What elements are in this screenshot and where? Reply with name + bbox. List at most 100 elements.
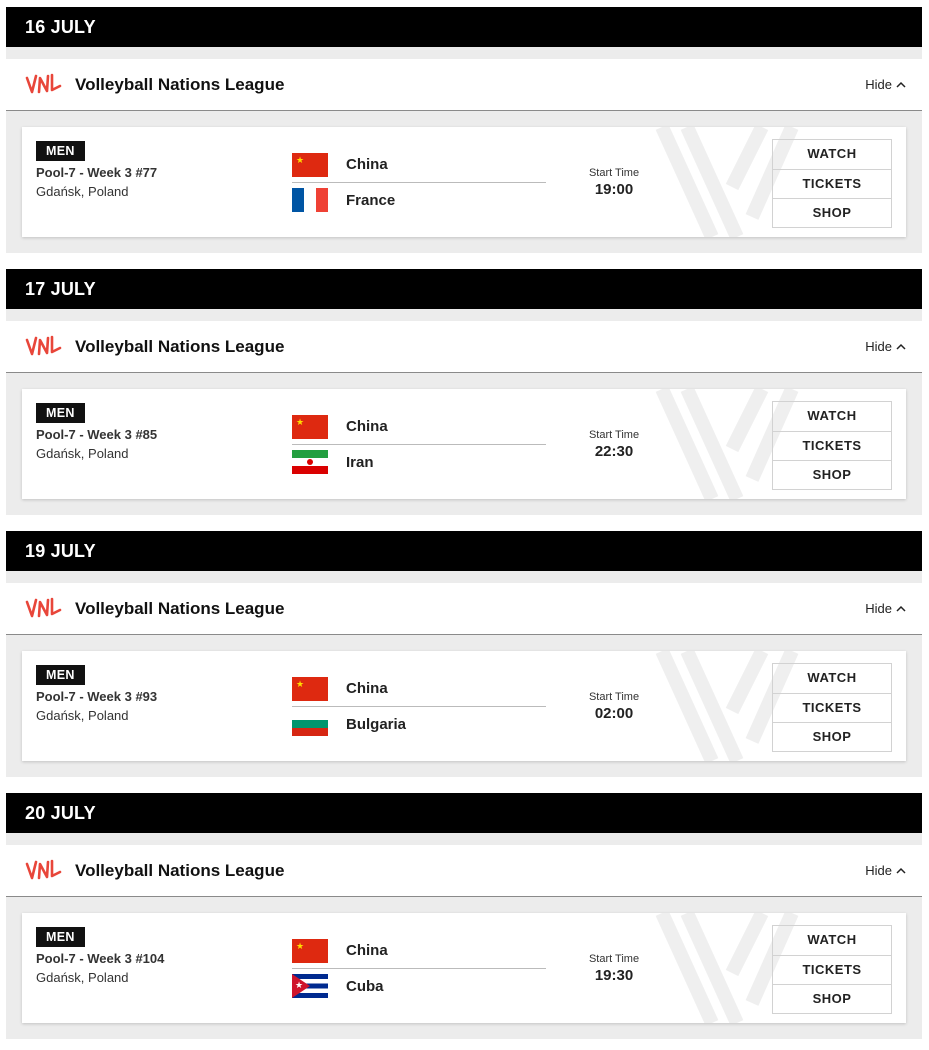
match-venue: Gdańsk, Poland	[36, 708, 129, 723]
tickets-button[interactable]: TICKETS	[773, 955, 891, 984]
date-header: 19 JULY	[6, 531, 922, 571]
start-time-block: Start Time 02:00	[582, 691, 646, 722]
hide-label: Hide	[865, 601, 892, 616]
shop-button[interactable]: SHOP	[773, 460, 891, 489]
hide-label: Hide	[865, 863, 892, 878]
team-row[interactable]: Bulgaria	[292, 706, 546, 741]
teams: ★ China France	[292, 147, 546, 217]
team-row[interactable]: ★ China	[292, 409, 546, 444]
start-time-label: Start Time	[588, 167, 640, 179]
china-flag-icon: ★	[292, 152, 328, 177]
match-card: MEN Pool-7 - Week 3 #85 Gdańsk, Poland ★…	[22, 389, 906, 499]
hide-toggle[interactable]: Hide	[865, 321, 906, 373]
tickets-button[interactable]: TICKETS	[773, 693, 891, 722]
shop-button[interactable]: SHOP	[773, 198, 891, 227]
team-name: France	[346, 191, 396, 209]
category-badge: MEN	[36, 403, 85, 423]
league-name: Volleyball Nations League	[75, 336, 285, 356]
hide-toggle[interactable]: Hide	[865, 59, 906, 111]
watch-button[interactable]: WATCH	[773, 926, 891, 955]
chevron-up-icon	[896, 343, 906, 350]
teams: ★ China Bulgaria	[292, 671, 546, 741]
start-time: 22:30	[594, 443, 634, 460]
teams: ★ China ★ Cuba	[292, 933, 546, 1003]
chevron-up-icon	[896, 867, 906, 874]
match-pool: Pool-7 - Week 3 #85	[36, 427, 158, 442]
match-venue: Gdańsk, Poland	[36, 970, 129, 985]
team-name: China	[346, 418, 388, 435]
league-panel: Volleyball Nations League Hide MEN Pool-…	[6, 571, 922, 777]
league-panel: Volleyball Nations League Hide MEN Pool-…	[6, 833, 922, 1039]
match-actions: WATCH TICKETS SHOP	[772, 139, 892, 228]
date-header: 16 JULY	[6, 7, 922, 47]
league-panel: Volleyball Nations League Hide MEN Pool-…	[6, 309, 922, 515]
iran-flag-icon	[292, 450, 328, 474]
china-flag-icon: ★	[292, 676, 328, 701]
date-header: 17 JULY	[6, 269, 922, 309]
hide-label: Hide	[865, 77, 892, 92]
team-row[interactable]: ★ China	[292, 147, 546, 182]
match-actions: WATCH TICKETS SHOP	[772, 401, 892, 490]
watch-button[interactable]: WATCH	[773, 664, 891, 693]
match-card: MEN Pool-7 - Week 3 #104 Gdańsk, Poland …	[22, 913, 906, 1023]
shop-button[interactable]: SHOP	[773, 984, 891, 1013]
shop-button[interactable]: SHOP	[773, 722, 891, 751]
hide-toggle[interactable]: Hide	[865, 845, 906, 897]
category-badge: MEN	[36, 665, 85, 685]
france-flag-icon	[292, 188, 328, 212]
match-venue: Gdańsk, Poland	[36, 446, 129, 461]
tickets-button[interactable]: TICKETS	[773, 431, 891, 460]
day-section: 16 JULY Volleyball Nations League Hide M…	[6, 7, 922, 253]
match-actions: WATCH TICKETS SHOP	[772, 925, 892, 1014]
chevron-up-icon	[896, 605, 906, 612]
start-time-block: Start Time 19:00	[582, 167, 646, 198]
hide-toggle[interactable]: Hide	[865, 583, 906, 635]
china-flag-icon: ★	[292, 414, 328, 439]
league-name: Volleyball Nations League	[75, 74, 285, 94]
vnl-logo-icon	[25, 859, 62, 879]
match-pool: Pool-7 - Week 3 #104	[36, 951, 165, 966]
start-time-label: Start Time	[588, 691, 640, 703]
china-flag-icon: ★	[292, 938, 328, 963]
league-header: Volleyball Nations League Hide	[6, 583, 922, 635]
vnl-logo-icon	[25, 335, 62, 355]
team-name: Cuba	[346, 977, 384, 995]
team-row[interactable]: ★ China	[292, 933, 546, 968]
vnl-logo-icon	[25, 597, 62, 617]
league-panel: Volleyball Nations League Hide MEN Pool-…	[6, 47, 922, 253]
cuba-flag-icon: ★	[292, 974, 328, 998]
team-name: China	[346, 942, 388, 959]
match-pool: Pool-7 - Week 3 #77	[36, 165, 158, 180]
teams: ★ China Iran	[292, 409, 546, 479]
team-row[interactable]: France	[292, 182, 546, 217]
team-name: China	[346, 156, 388, 173]
team-name: Iran	[346, 453, 374, 471]
start-time-block: Start Time 19:30	[582, 953, 646, 984]
start-time-label: Start Time	[588, 429, 640, 441]
league-name: Volleyball Nations League	[75, 860, 285, 880]
watch-button[interactable]: WATCH	[773, 402, 891, 431]
match-pool: Pool-7 - Week 3 #93	[36, 689, 158, 704]
league-name: Volleyball Nations League	[75, 598, 285, 618]
category-badge: MEN	[36, 141, 85, 161]
day-section: 17 JULY Volleyball Nations League Hide M…	[6, 269, 922, 515]
match-actions: WATCH TICKETS SHOP	[772, 663, 892, 752]
day-section: 19 JULY Volleyball Nations League Hide M…	[6, 531, 922, 777]
vnl-logo-icon	[25, 73, 62, 93]
day-section: 20 JULY Volleyball Nations League Hide M…	[6, 793, 922, 1039]
team-row[interactable]: ★ China	[292, 671, 546, 706]
start-time: 19:30	[594, 967, 634, 984]
start-time-block: Start Time 22:30	[582, 429, 646, 460]
league-header: Volleyball Nations League Hide	[6, 845, 922, 897]
team-row[interactable]: Iran	[292, 444, 546, 479]
bulgaria-flag-icon	[292, 712, 328, 736]
match-venue: Gdańsk, Poland	[36, 184, 129, 199]
start-time: 02:00	[594, 705, 634, 722]
tickets-button[interactable]: TICKETS	[773, 169, 891, 198]
team-name: Bulgaria	[346, 715, 407, 733]
team-row[interactable]: ★ Cuba	[292, 968, 546, 1003]
league-header: Volleyball Nations League Hide	[6, 321, 922, 373]
category-badge: MEN	[36, 927, 85, 947]
watch-button[interactable]: WATCH	[773, 140, 891, 169]
date-header: 20 JULY	[6, 793, 922, 833]
